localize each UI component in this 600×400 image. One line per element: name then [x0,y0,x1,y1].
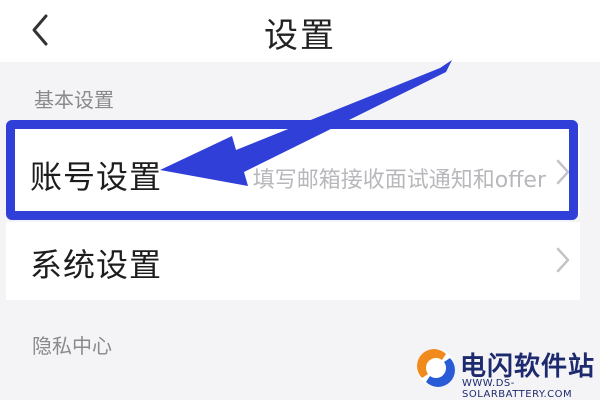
account-settings-label: 账号设置 [30,158,163,196]
system-settings-label: 系统设置 [30,246,163,284]
chevron-right-icon [554,246,572,274]
section-label-privacy: 隐私中心 [32,334,112,358]
account-settings-row[interactable]: 账号设置 填写邮箱接收面试通知和offer [6,126,580,216]
system-settings-row[interactable]: 系统设置 [6,222,580,300]
watermark-url: WWW.DS-SOLARBATTERY.COM [462,378,573,400]
account-settings-hint: 填写邮箱接收面试通知和offer [252,168,546,193]
top-bar: 设置 [0,0,600,62]
chevron-right-icon [554,158,572,186]
watermark-logo-icon [417,349,455,387]
watermark: 电闪软件站 WWW.DS-SOLARBATTERY.COM [412,348,600,400]
section-label-basic: 基本设置 [34,88,114,112]
page-title: 设置 [264,16,336,56]
